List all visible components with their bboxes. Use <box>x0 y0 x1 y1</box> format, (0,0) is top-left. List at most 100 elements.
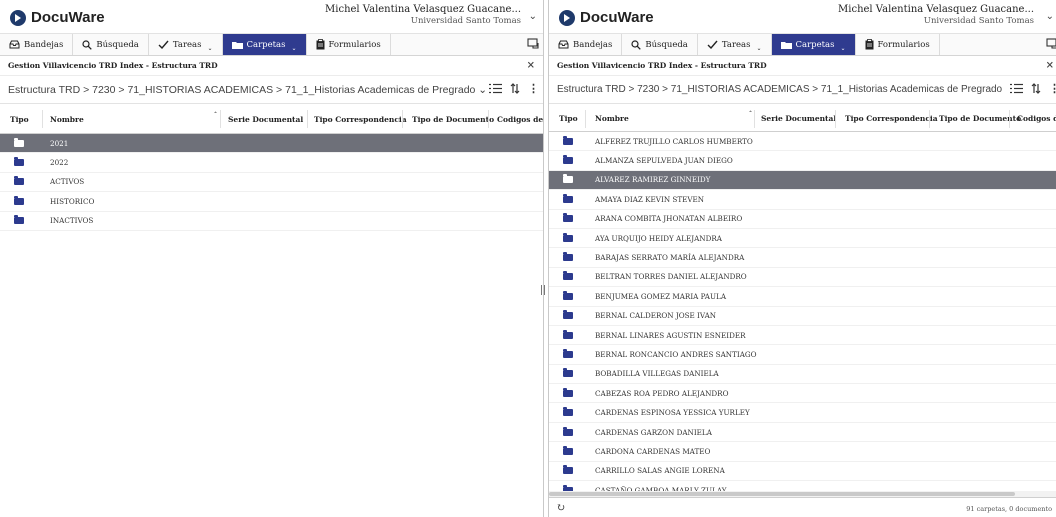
pane-splitter[interactable] <box>541 285 545 295</box>
folder-row[interactable]: ALMANZA SEPULVEDA JUAN DIEGO <box>549 151 1056 171</box>
tareas-label: Tareas <box>172 39 202 50</box>
col-separator <box>1009 110 1010 128</box>
folder-row[interactable]: CARRILLO SALAS ANGIE LORENA <box>549 462 1056 482</box>
tareas-button[interactable]: Tareas ⌄ <box>149 34 223 55</box>
sort-icon[interactable] <box>510 83 520 94</box>
sort-icon[interactable] <box>1031 83 1041 94</box>
col-separator <box>42 110 43 128</box>
folder-row[interactable]: BERNAL LINARES AGUSTIN ESNEIDER <box>549 326 1056 346</box>
docuware-logo[interactable]: DocuWare <box>10 9 105 26</box>
folder-list: 2021 2022 ACTIVOS HISTORICO INACTIVOS <box>0 134 543 231</box>
list-view-icon[interactable] <box>1010 83 1023 94</box>
folder-icon <box>14 195 24 205</box>
more-options-icon[interactable]: ⋮ <box>528 82 539 95</box>
expand-panel-icon[interactable] <box>527 37 539 49</box>
carpetas-button[interactable]: Carpetas ⌄ <box>771 34 856 55</box>
close-icon[interactable]: × <box>1046 60 1054 71</box>
col-separator <box>929 110 930 128</box>
tareas-label: Tareas <box>721 39 751 50</box>
folder-icon <box>563 232 573 242</box>
tray-icon <box>9 40 20 49</box>
bandejas-button[interactable]: Bandejas <box>549 34 623 55</box>
folder-name: ARANA COMBITA JHONATAN ALBEIRO <box>595 214 743 224</box>
col-tipo[interactable]: Tipo <box>10 115 29 124</box>
user-menu[interactable]: Michel Valentina Velasquez Guacane... Un… <box>838 4 1034 26</box>
col-separator <box>307 110 308 128</box>
folder-icon <box>563 426 573 436</box>
breadcrumb-text: Estructura TRD > 7230 > 71_HISTORIAS ACA… <box>8 83 488 96</box>
breadcrumb-text: Estructura TRD > 7230 > 71_HISTORIAS ACA… <box>557 84 1056 95</box>
busqueda-button[interactable]: Búsqueda <box>622 34 698 55</box>
folder-row[interactable]: ARANA COMBITA JHONATAN ALBEIRO <box>549 210 1056 229</box>
grid-header: Tipo Nombre ˆ Serie Documental Tipo Corr… <box>549 104 1056 132</box>
folder-name: HISTORICO <box>50 196 95 206</box>
folder-name: CARDENAS ESPINOSA YESSICA YURLEY <box>595 408 750 418</box>
right-pane: DocuWare Michel Valentina Velasquez Guac… <box>548 0 1056 517</box>
folder-row[interactable]: BENJUMEA GOMEZ MARIA PAULA <box>549 287 1056 307</box>
col-codigos[interactable]: Codigos de Dep <box>497 115 543 124</box>
col-separator <box>585 110 586 128</box>
col-tipo-correspondencia[interactable]: Tipo Correspondencia <box>314 115 407 124</box>
folder-row[interactable]: 2021 <box>0 134 543 154</box>
refresh-icon[interactable]: ↻ <box>556 501 565 514</box>
folder-row[interactable]: ACTIVOS <box>0 173 543 193</box>
col-tipo-correspondencia[interactable]: Tipo Correspondencia <box>845 114 938 123</box>
folder-row[interactable]: CARDONA CARDENAS MATEO <box>549 442 1056 462</box>
bandejas-button[interactable]: Bandejas <box>0 34 74 55</box>
col-codigos[interactable]: Codigos de D <box>1017 114 1056 123</box>
col-tipo[interactable]: Tipo <box>559 114 578 123</box>
col-nombre[interactable]: Nombre <box>595 114 629 123</box>
expand-panel-icon[interactable] <box>1046 37 1056 49</box>
status-bar: ↻ 91 carpetas, 0 documento <box>549 497 1056 517</box>
folder-name: CABEZAS ROA PEDRO ALEJANDRO <box>595 388 729 398</box>
scrollbar-thumb[interactable] <box>549 492 1016 496</box>
folder-row[interactable]: BELTRAN TORRES DANIEL ALEJANDRO <box>549 268 1056 288</box>
item-count: 91 carpetas, 0 documento <box>966 505 1052 513</box>
folder-row[interactable]: CABEZAS ROA PEDRO ALEJANDRO <box>549 384 1056 404</box>
col-tipo-documento[interactable]: Tipo de Documento <box>412 115 494 124</box>
folder-row[interactable]: AYA URQUIJO HEIDY ALEJANDRA <box>549 229 1056 249</box>
chevron-down-icon: ⌄ <box>756 45 762 52</box>
col-serie-documental[interactable]: Serie Documental <box>761 114 836 123</box>
app-name: DocuWare <box>580 9 654 26</box>
folder-row[interactable]: ALVAREZ RAMIREZ GINNEIDY <box>549 170 1056 191</box>
folder-row[interactable]: 2022 <box>0 153 543 173</box>
carpetas-button[interactable]: Carpetas ⌄ <box>222 34 307 55</box>
folder-row[interactable]: BOBADILLA VILLEGAS DANIELA <box>549 365 1056 385</box>
formularios-button[interactable]: Formularios <box>307 34 391 55</box>
folder-row[interactable]: ALFEREZ TRUJILLO CARLOS HUMBERTO <box>549 132 1056 152</box>
folder-row[interactable]: INACTIVOS <box>0 212 543 231</box>
folder-row[interactable]: AMAYA DIAZ KEVIN STEVEN <box>549 190 1056 210</box>
folder-name: ALFEREZ TRUJILLO CARLOS HUMBERTO <box>595 136 753 146</box>
folder-icon <box>563 348 573 358</box>
folder-row[interactable]: BERNAL CALDERON JOSE IVAN <box>549 307 1056 326</box>
user-menu[interactable]: Michel Valentina Velasquez Guacane... Un… <box>325 4 521 26</box>
folder-icon <box>563 465 573 475</box>
col-serie-documental[interactable]: Serie Documental <box>228 115 303 124</box>
folder-icon <box>563 271 573 281</box>
close-icon[interactable]: × <box>527 60 535 71</box>
folder-name: ALVAREZ RAMIREZ GINNEIDY <box>595 175 711 185</box>
breadcrumb[interactable]: Estructura TRD > 7230 > 71_HISTORIAS ACA… <box>0 76 543 104</box>
folder-icon <box>563 213 573 223</box>
folder-row[interactable]: BARAJAS SERRATO MARÍA ALEJANDRA <box>549 248 1056 268</box>
tareas-button[interactable]: Tareas ⌄ <box>698 34 772 55</box>
busqueda-label: Búsqueda <box>96 39 139 50</box>
list-view-icon[interactable] <box>489 83 502 94</box>
chevron-down-icon: ⌄ <box>291 45 297 52</box>
folder-name: BARAJAS SERRATO MARÍA ALEJANDRA <box>595 253 745 263</box>
folder-name: INACTIVOS <box>50 216 94 226</box>
folder-row[interactable]: CARDENAS GARZON DANIELA <box>549 423 1056 443</box>
folder-row[interactable]: HISTORICO <box>0 192 543 212</box>
folder-row[interactable]: CARDENAS ESPINOSA YESSICA YURLEY <box>549 403 1056 423</box>
col-nombre[interactable]: Nombre <box>50 115 84 124</box>
user-org: Universidad Santo Tomas <box>923 16 1034 26</box>
formularios-button[interactable]: Formularios <box>856 34 940 55</box>
chevron-down-icon[interactable]: ⌄ <box>1046 11 1054 22</box>
folder-row[interactable]: BERNAL RONCANCIO ANDRES SANTIAGO <box>549 345 1056 365</box>
more-options-icon[interactable]: ⋮ <box>1049 82 1056 95</box>
docuware-logo[interactable]: DocuWare <box>559 9 654 26</box>
busqueda-button[interactable]: Búsqueda <box>73 34 149 55</box>
breadcrumb[interactable]: Estructura TRD > 7230 > 71_HISTORIAS ACA… <box>549 76 1056 104</box>
chevron-down-icon[interactable]: ⌄ <box>529 11 537 22</box>
